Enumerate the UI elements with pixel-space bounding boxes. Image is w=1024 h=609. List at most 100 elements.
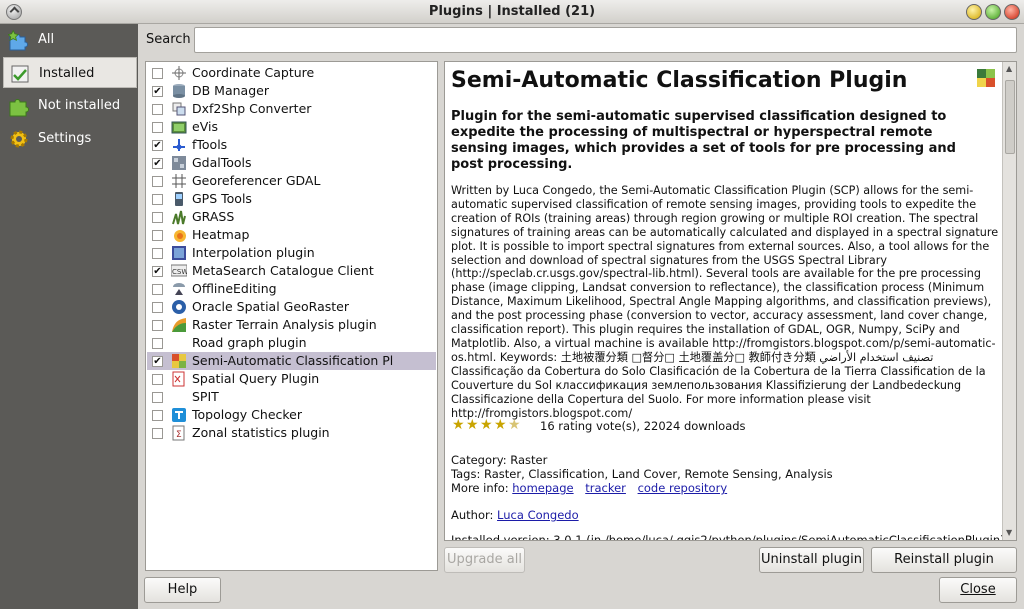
minimize-button[interactable]	[966, 4, 982, 20]
list-item[interactable]: eVis	[147, 118, 436, 136]
window-title: Plugins | Installed (21)	[428, 4, 596, 19]
interpolation-icon	[172, 246, 186, 260]
list-item[interactable]: ✔ fTools	[147, 136, 436, 154]
plugin-name: fTools	[192, 137, 228, 152]
plugin-name: Heatmap	[192, 227, 250, 242]
plugin-checkbox[interactable]	[152, 122, 163, 133]
list-item[interactable]: Spatial Query Plugin	[147, 370, 436, 388]
list-item[interactable]: Georeferencer GDAL	[147, 172, 436, 190]
plugin-checkbox[interactable]	[152, 68, 163, 79]
plugin-summary: Plugin for the semi-automatic supervised…	[451, 109, 956, 172]
sidebar-item-all[interactable]: All	[3, 24, 137, 55]
sidebar-item-installed[interactable]: Installed	[3, 57, 137, 88]
uninstall-plugin-button[interactable]: Uninstall plugin	[759, 547, 864, 573]
search-input[interactable]	[194, 27, 1017, 53]
list-item[interactable]: Heatmap	[147, 226, 436, 244]
list-item[interactable]: Topology Checker	[147, 406, 436, 424]
plugin-name: Semi-Automatic Classification Pl	[192, 353, 394, 368]
plugin-list: Coordinate Capture ✔ DB Manager Dxf2Shp …	[145, 61, 438, 571]
list-item[interactable]: Interpolation plugin	[147, 244, 436, 262]
sidebar-item-settings[interactable]: Settings	[3, 123, 137, 154]
plugin-name: Road graph plugin	[192, 335, 307, 350]
database-icon	[173, 84, 185, 98]
zonal-stats-icon: Σ	[172, 425, 185, 441]
plugin-checkbox[interactable]: ✔	[152, 356, 163, 367]
author-link[interactable]: Luca Congedo	[497, 508, 579, 522]
tracker-link[interactable]: tracker	[585, 481, 626, 495]
georeferencer-icon	[172, 174, 186, 188]
terrain-icon	[172, 318, 186, 332]
list-item[interactable]: SPIT	[147, 388, 436, 406]
search-label: Search	[146, 32, 191, 47]
tags-text: Tags: Raster, Classification, Land Cover…	[451, 467, 833, 481]
details-scrollbar[interactable]: ▲ ▼	[1002, 62, 1016, 540]
plugin-checkbox[interactable]	[152, 248, 163, 259]
author-label: Author:	[451, 508, 494, 522]
author-row: Author: Luca Congedo	[451, 508, 587, 522]
scroll-down-icon[interactable]: ▼	[1006, 528, 1012, 537]
plugin-checkbox[interactable]	[152, 104, 163, 115]
maximize-button[interactable]	[985, 4, 1001, 20]
list-item[interactable]: Σ Zonal statistics plugin	[147, 424, 436, 442]
list-item[interactable]: GPS Tools	[147, 190, 436, 208]
plugin-name: GdalTools	[192, 155, 252, 170]
close-window-button[interactable]	[1004, 4, 1020, 20]
list-item[interactable]: Raster Terrain Analysis plugin	[147, 316, 436, 334]
plugin-title: Semi-Automatic Classification Plugin	[451, 68, 908, 93]
code-repository-link[interactable]: code repository	[638, 481, 728, 495]
plugin-checkbox[interactable]	[152, 320, 163, 331]
star-icon: ★	[494, 417, 507, 433]
plugin-checkbox[interactable]	[152, 212, 163, 223]
list-item[interactable]: ✔ DB Manager	[147, 82, 436, 100]
plugin-name: DB Manager	[192, 83, 269, 98]
plugin-checkbox[interactable]: ✔	[152, 140, 163, 151]
plugin-checkbox[interactable]	[152, 176, 163, 187]
plugin-checkbox[interactable]	[152, 194, 163, 205]
scroll-up-icon[interactable]: ▲	[1006, 64, 1012, 73]
plugin-checkbox[interactable]	[152, 230, 163, 241]
plugin-name: Dxf2Shp Converter	[192, 101, 312, 116]
sidebar-item-not-installed[interactable]: Not installed	[3, 90, 137, 121]
plugin-checkbox[interactable]: ✔	[152, 266, 163, 277]
close-button[interactable]: Close	[939, 577, 1017, 603]
list-item[interactable]: GRASS	[147, 208, 436, 226]
homepage-link[interactable]: homepage	[512, 481, 573, 495]
plugin-checkbox[interactable]: ✔	[152, 86, 163, 97]
svg-text:CSW: CSW	[172, 268, 187, 276]
plugin-name: MetaSearch Catalogue Client	[192, 263, 374, 278]
plugin-name: Coordinate Capture	[192, 65, 315, 80]
plugin-checkbox[interactable]	[152, 284, 163, 295]
list-item[interactable]: Oracle Spatial GeoRaster	[147, 298, 436, 316]
help-button[interactable]: Help	[144, 577, 221, 603]
list-item[interactable]: ✔ Semi-Automatic Classification Pl	[147, 352, 436, 370]
plugin-checkbox[interactable]	[152, 392, 163, 403]
sidebar-item-label: Not installed	[38, 98, 121, 113]
gear-icon	[10, 130, 28, 148]
list-item[interactable]: Coordinate Capture	[147, 64, 436, 82]
list-item[interactable]: Road graph plugin	[147, 334, 436, 352]
scrollbar-thumb[interactable]	[1005, 80, 1015, 154]
plugin-checkbox[interactable]: ✔	[152, 158, 163, 169]
sidebar-item-label: Installed	[39, 66, 95, 81]
list-item[interactable]: Dxf2Shp Converter	[147, 100, 436, 118]
plugin-name: OfflineEditing	[192, 281, 277, 296]
puzzle-all-icon	[8, 29, 28, 51]
plugin-checkbox[interactable]	[152, 338, 163, 349]
upgrade-all-button[interactable]: Upgrade all	[444, 547, 525, 573]
plugin-checkbox[interactable]	[152, 302, 163, 313]
list-item[interactable]: ✔ CSW MetaSearch Catalogue Client	[147, 262, 436, 280]
spatial-query-icon	[172, 371, 185, 387]
plugin-checkbox[interactable]	[152, 374, 163, 385]
category-text: Category: Raster	[451, 453, 548, 467]
scp-icon	[172, 354, 186, 368]
list-item[interactable]: OfflineEditing	[147, 280, 436, 298]
crosshair-icon	[172, 66, 186, 80]
reinstall-plugin-button[interactable]: Reinstall plugin	[871, 547, 1017, 573]
plugin-checkbox[interactable]	[152, 410, 163, 421]
list-item[interactable]: ✔ GdalTools	[147, 154, 436, 172]
plugin-name: Interpolation plugin	[192, 245, 315, 260]
plugin-details-panel: Semi-Automatic Classification Plugin Plu…	[444, 61, 1017, 541]
plugin-name: Zonal statistics plugin	[192, 425, 330, 440]
sidebar-item-label: All	[38, 32, 55, 47]
plugin-checkbox[interactable]	[152, 428, 163, 439]
